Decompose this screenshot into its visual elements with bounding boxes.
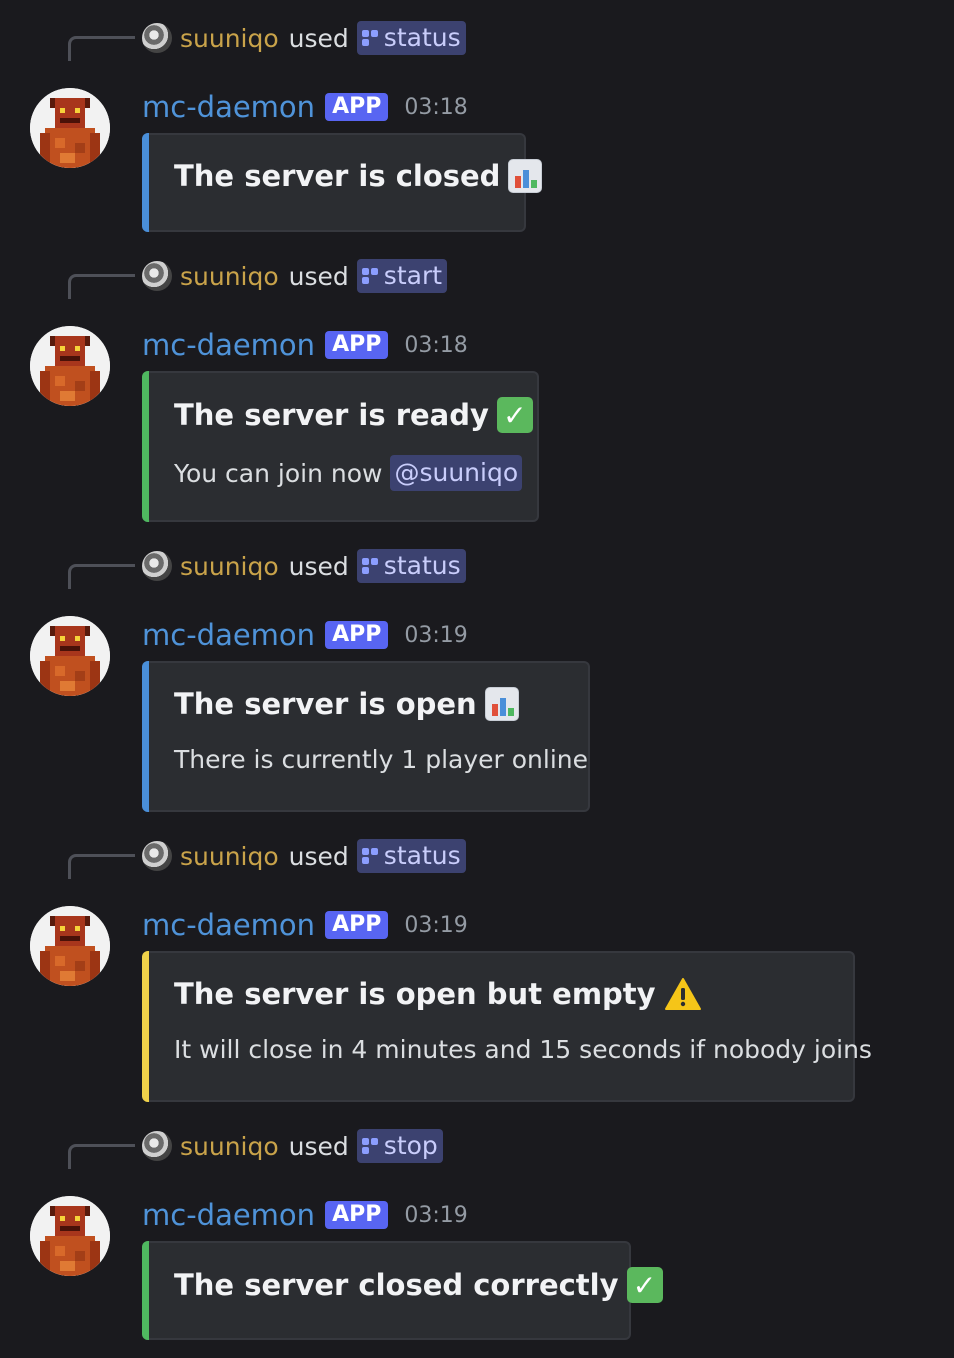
command-name: stop (383, 1131, 438, 1160)
message-header: mc-daemon APP 03:19 (142, 906, 468, 944)
slash-command-icon (361, 848, 378, 864)
slash-command-icon (361, 558, 378, 574)
embed-color-bar (142, 951, 149, 1102)
bot-avatar[interactable] (30, 326, 110, 406)
reply-used-label: used (288, 841, 349, 871)
embed-color-bar (142, 133, 149, 232)
timestamp[interactable]: 03:19 (404, 913, 467, 938)
embed-description: There is currently 1 player online (174, 745, 588, 774)
embed-title: The server is ready (174, 398, 489, 432)
embed-title-row: The server is open but empty (174, 977, 702, 1011)
timestamp[interactable]: 03:18 (404, 333, 467, 358)
bot-avatar[interactable] (30, 1196, 110, 1276)
message-header: mc-daemon APP 03:18 (142, 88, 468, 126)
bar-chart-icon (508, 159, 543, 193)
reply-used-label: used (288, 23, 349, 53)
bot-username[interactable]: mc-daemon (142, 908, 315, 942)
embed-title-row: The server is ready ✓ (174, 397, 533, 433)
embed-title-row: The server closed correctly ✓ (174, 1267, 663, 1303)
slash-command-chip[interactable]: stop (356, 1129, 443, 1163)
slash-command-icon (361, 268, 378, 284)
slash-command-icon (361, 30, 378, 46)
app-badge: APP (325, 621, 389, 649)
slash-command-chip[interactable]: status (356, 549, 466, 583)
reply-username[interactable]: suuniqo (180, 262, 279, 291)
embed-title-row: The server is closed (174, 159, 543, 193)
timestamp[interactable]: 03:19 (404, 1203, 467, 1228)
bot-avatar[interactable] (30, 906, 110, 986)
reply-username[interactable]: suuniqo (180, 552, 279, 581)
embed-title: The server is open but empty (174, 977, 656, 1011)
user-mention[interactable]: @suuniqo (390, 455, 523, 491)
embed-color-bar (142, 1241, 149, 1340)
reply-username[interactable]: suuniqo (180, 24, 279, 53)
reply-used-label: used (288, 551, 349, 581)
embed-card: The server is closed (142, 133, 543, 232)
reply-username[interactable]: suuniqo (180, 842, 279, 871)
reply-username[interactable]: suuniqo (180, 1132, 279, 1161)
embed-description-row: You can join now @suuniqo (174, 455, 523, 491)
reply-connector (68, 274, 135, 299)
command-reply-context[interactable]: suuniqo used start (142, 258, 448, 294)
app-badge: APP (325, 911, 389, 939)
slash-command-chip[interactable]: status (356, 839, 466, 873)
embed-description: You can join now (174, 458, 383, 488)
embed-card: The server closed correctly ✓ (142, 1241, 663, 1340)
embed-title: The server is closed (174, 159, 501, 193)
command-name: start (383, 261, 443, 290)
app-badge: APP (325, 93, 389, 121)
app-badge: APP (325, 331, 389, 359)
user-avatar[interactable] (142, 1131, 172, 1161)
message-header: mc-daemon APP 03:18 (142, 326, 468, 364)
embed-card: The server is open but empty It will clos… (142, 951, 872, 1102)
bot-username[interactable]: mc-daemon (142, 328, 315, 362)
command-reply-context[interactable]: suuniqo used stop (142, 1128, 443, 1164)
timestamp[interactable]: 03:18 (404, 95, 467, 120)
user-avatar[interactable] (142, 261, 172, 291)
command-name: status (383, 551, 461, 580)
reply-used-label: used (288, 1131, 349, 1161)
embed-description: It will close in 4 minutes and 15 second… (174, 1035, 872, 1064)
embed-title-row: The server is open (174, 687, 519, 721)
embed-description-row: It will close in 4 minutes and 15 second… (174, 1035, 872, 1064)
user-avatar[interactable] (142, 551, 172, 581)
embed-card: The server is ready ✓ You can join now @suu… (142, 371, 539, 522)
app-badge: APP (325, 1201, 389, 1229)
command-name: status (383, 23, 461, 52)
bot-avatar[interactable] (30, 616, 110, 696)
command-reply-context[interactable]: suuniqo used status (142, 548, 466, 584)
bot-avatar[interactable] (30, 88, 110, 168)
reply-connector (68, 564, 135, 589)
embed-title: The server closed correctly (174, 1268, 619, 1302)
check-mark-icon: ✓ (496, 397, 533, 433)
user-avatar[interactable] (142, 23, 172, 53)
reply-connector (68, 854, 135, 879)
check-mark-icon: ✓ (626, 1267, 663, 1303)
message-header: mc-daemon APP 03:19 (142, 1196, 468, 1234)
bot-username[interactable]: mc-daemon (142, 1198, 315, 1232)
embed-color-bar (142, 371, 149, 522)
message-header: mc-daemon APP 03:19 (142, 616, 468, 654)
embed-title: The server is open (174, 687, 477, 721)
bot-username[interactable]: mc-daemon (142, 618, 315, 652)
user-avatar[interactable] (142, 841, 172, 871)
command-name: status (383, 841, 461, 870)
warning-icon (664, 978, 701, 1010)
slash-command-icon (361, 1138, 378, 1154)
reply-connector (68, 36, 135, 61)
embed-description-row: There is currently 1 player online (174, 745, 588, 774)
bot-username[interactable]: mc-daemon (142, 90, 315, 124)
timestamp[interactable]: 03:19 (404, 623, 467, 648)
slash-command-chip[interactable]: start (356, 259, 448, 293)
reply-used-label: used (288, 261, 349, 291)
embed-color-bar (142, 661, 149, 812)
command-reply-context[interactable]: suuniqo used status (142, 838, 466, 874)
embed-card: The server is open There is currently 1 p… (142, 661, 590, 812)
reply-connector (68, 1144, 135, 1169)
slash-command-chip[interactable]: status (356, 21, 466, 55)
command-reply-context[interactable]: suuniqo used status (142, 20, 466, 56)
bar-chart-icon (484, 687, 519, 721)
